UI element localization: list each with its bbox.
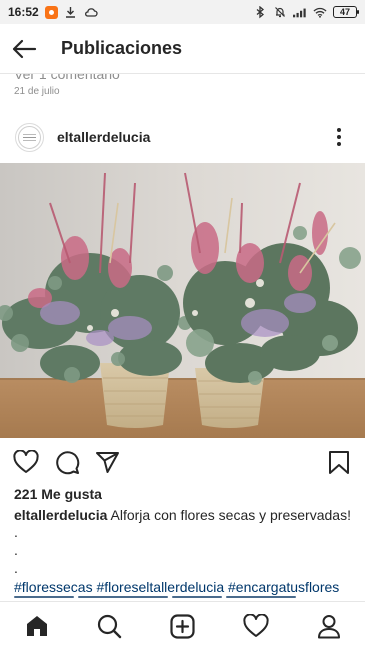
more-vertical-icon [337,128,341,146]
wifi-icon [313,5,327,19]
nav-home[interactable] [19,608,55,644]
status-time: 16:52 [8,5,39,19]
bluetooth-icon [253,5,267,19]
mute-icon [273,5,287,19]
share-icon [95,451,119,473]
battery-icon: 47 [333,6,359,18]
status-left: 16:52 [8,5,98,19]
search-icon [97,614,122,638]
post-username[interactable]: eltallerdelucia [57,129,150,145]
signal-icon [293,5,307,19]
caption-dot: . [14,542,18,558]
avatar[interactable] [15,122,44,152]
post-actions [0,441,365,481]
nav-new-post[interactable] [165,608,201,644]
share-button[interactable] [93,448,121,476]
profile-logo-icon [18,125,41,149]
bookmark-icon [329,450,349,474]
save-button[interactable] [325,448,353,476]
status-right: 47 [253,5,359,19]
view-comments-link[interactable]: Ver 1 comentario [14,74,120,82]
app-notification-icon [44,5,58,19]
back-button[interactable] [0,24,48,74]
post-photo[interactable] [0,163,365,438]
nav-search[interactable] [92,608,128,644]
post-date: 21 de julio [14,86,60,97]
more-options-button[interactable] [327,122,351,152]
flower-baskets-photo [0,163,365,438]
caption-dot: . [14,524,18,540]
previous-post-fragment: Ver 1 comentario 21 de julio [0,74,365,108]
nav-activity[interactable] [238,608,274,644]
download-icon [64,5,78,19]
new-post-icon [170,613,195,639]
comment-icon [55,450,79,474]
bottom-navigation [0,601,365,650]
profile-icon [317,614,340,638]
top-header: Publicaciones [0,24,365,74]
page-title: Publicaciones [61,38,183,58]
post-header: eltallerdelucia [0,114,365,160]
caption-username[interactable]: eltallerdelucia [14,507,107,523]
arrow-left-icon [12,39,37,58]
caption-hashtags[interactable]: #floressecas #floreseltallerdelucia #enc… [14,579,339,595]
caption: eltallerdelucia Alforja con flores secas… [14,506,359,524]
nav-profile[interactable] [311,608,347,644]
home-icon [26,616,47,636]
likes-count[interactable]: 221 Me gusta [14,486,102,502]
like-button[interactable] [12,448,40,476]
status-bar: 16:52 47 [0,0,365,24]
comment-button[interactable] [53,448,81,476]
heart-icon [13,450,39,473]
cloud-icon [84,5,98,19]
activity-heart-icon [242,614,269,637]
caption-text: Alforja con flores secas y preservadas! [110,507,351,523]
caption-dot: . [14,560,18,576]
